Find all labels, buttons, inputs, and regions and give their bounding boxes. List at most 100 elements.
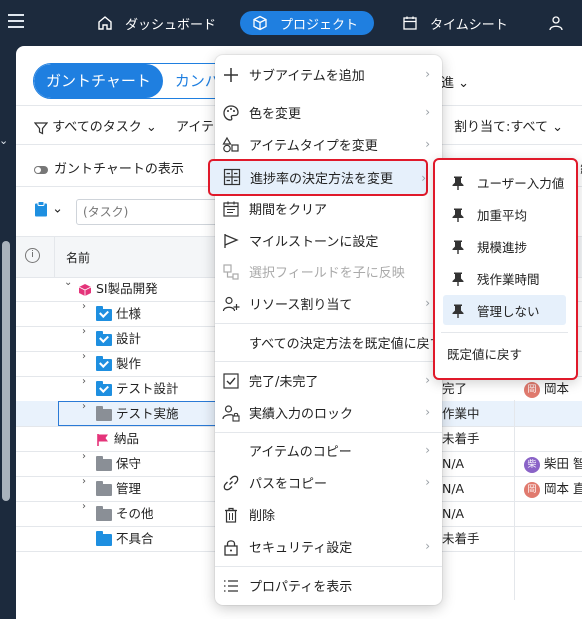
folder-icon [96, 405, 112, 421]
menu-item-toggle-complete[interactable]: 完了/未完了 › [215, 365, 442, 395]
lock-icon [224, 540, 238, 556]
chevron-right-icon[interactable]: › [82, 401, 86, 412]
pin-icon [452, 176, 464, 190]
hamburger-menu-icon[interactable] [8, 14, 24, 28]
menu-item-security-settings[interactable]: セキュリティ設定 › [215, 531, 442, 561]
row-name: 不具合 [96, 526, 154, 551]
nav-project-label: プロジェクト [280, 17, 359, 33]
left-sidebar-strip: ⌄ [0, 46, 16, 619]
item-type-filter[interactable]: アイテ [176, 116, 214, 135]
menu-item-lock-actuals[interactable]: 実績入力のロック › [215, 397, 442, 427]
chevron-right-icon[interactable]: › [82, 451, 86, 462]
calendar-clear-icon [223, 201, 239, 217]
menu-item-resource-assign[interactable]: リソース割り当て › [215, 288, 442, 318]
menu-item-copy-item[interactable]: アイテムのコピー › [215, 435, 442, 465]
chevron-right-icon: › [425, 137, 430, 151]
progress-hint-label[interactable]: 進 ⌄ [441, 72, 469, 91]
chevron-right-icon: › [425, 475, 430, 489]
palette-icon [223, 105, 239, 121]
row-name: SI製品開発 [78, 276, 158, 301]
nav-project[interactable]: プロジェクト [240, 11, 375, 35]
menu-item-copy-path[interactable]: パスをコピー › [215, 467, 442, 497]
avatar: 柴 [524, 456, 540, 473]
chevron-right-icon[interactable]: › [82, 326, 86, 337]
menu-separator [215, 566, 442, 567]
assign-filter[interactable]: 割り当て:すべて ⌄ [454, 116, 563, 135]
reflect-icon [223, 264, 239, 280]
chevron-right-icon: › [425, 539, 430, 553]
trash-icon [225, 507, 237, 523]
submenu-item-remaining-hours[interactable]: 残作業時間 [443, 263, 566, 293]
plus-icon [224, 68, 238, 82]
menu-item-change-item-type[interactable]: アイテムタイプを変更 › [215, 129, 442, 159]
row-name: その他 [96, 501, 154, 526]
all-tasks-filter[interactable]: すべてのタスク ⌄ [33, 116, 157, 135]
cube-icon [253, 15, 267, 31]
nav-dashboard[interactable]: ダッシュボード [97, 11, 216, 35]
row-name: 保守 [96, 451, 141, 476]
chevron-right-icon: › [425, 67, 430, 81]
column-header-name[interactable]: 名前 [66, 249, 90, 266]
tab-gantt[interactable]: ガントチャート [34, 64, 163, 98]
chevron-down-icon[interactable]: ⌄ [0, 134, 8, 147]
menu-item-delete[interactable]: 削除 [215, 499, 442, 529]
row-assignee: 岡岡本 直 [524, 476, 582, 501]
row-status: N/A [442, 481, 465, 496]
chevron-right-icon[interactable]: › [82, 501, 86, 512]
project-cube-icon [78, 283, 92, 296]
row-name: テスト実施 [96, 401, 179, 426]
checkbox-icon [223, 373, 239, 389]
folder-icon [96, 505, 112, 521]
row-name: 納品 [96, 426, 139, 451]
flag-outline-icon [224, 234, 239, 248]
menu-item-show-properties[interactable]: プロパティを表示 [215, 570, 442, 600]
row-status: N/A [442, 506, 465, 521]
clipboard-dropdown[interactable]: ⌄ [34, 201, 63, 217]
menu-item-clear-period[interactable]: 期間をクリア [215, 193, 442, 223]
row-status: N/A [442, 456, 465, 471]
list-icon [224, 580, 238, 592]
row-status: 作業中 [442, 406, 480, 421]
chevron-right-icon: › [425, 373, 430, 387]
context-menu: サブアイテムを追加 › 色を変更 › アイテムタイプを変更 › 進捗率の決定方法… [208, 55, 443, 605]
avatar: 岡 [524, 481, 540, 498]
progress-method-submenu: ユーザー入力値 加重平均 規模進捗 残作業時間 管理しない 既定値に戻す [433, 158, 578, 380]
menu-separator [215, 432, 442, 433]
menu-item-apply-to-children[interactable]: 選択フィールドを子に反映 [215, 256, 442, 286]
chevron-right-icon: › [425, 105, 430, 119]
folder-check-icon [96, 330, 112, 346]
menu-item-add-subitem[interactable]: サブアイテムを追加 › [215, 59, 442, 89]
submenu-item-user-input[interactable]: ユーザー入力値 [443, 167, 566, 197]
shapes-icon [222, 136, 239, 153]
folder-icon [96, 530, 112, 546]
folder-icon [96, 480, 112, 496]
chevron-right-icon[interactable]: › [82, 476, 86, 487]
submenu-item-reset-default[interactable]: 既定値に戻す [443, 338, 566, 368]
submenu-item-weighted-average[interactable]: 加重平均 [443, 199, 566, 229]
chevron-right-icon[interactable]: › [82, 351, 86, 362]
milestone-flag-icon [97, 433, 108, 446]
submenu-item-scale-progress[interactable]: 規模進捗 [443, 231, 566, 261]
menu-item-change-progress-method[interactable]: 進捗率の決定方法を変更 › [208, 159, 428, 196]
chevron-down-icon[interactable]: ⌄ [64, 277, 72, 288]
pin-icon [452, 272, 464, 286]
nav-timesheet[interactable]: タイムシート [402, 11, 508, 35]
filter-icon [33, 121, 49, 134]
person-lock-icon [222, 405, 240, 422]
nav-user[interactable] [548, 11, 576, 35]
submenu-item-not-managed[interactable]: 管理しない [443, 295, 566, 325]
vertical-scrollbar[interactable] [2, 241, 10, 501]
info-icon[interactable]: i [25, 248, 40, 263]
chevron-right-icon: › [421, 170, 426, 185]
chevron-right-icon[interactable]: › [82, 301, 86, 312]
pin-icon [452, 240, 464, 254]
menu-item-reset-all-methods[interactable]: すべての決定方法を既定値に戻す [215, 327, 443, 357]
menu-separator [441, 332, 568, 333]
menu-item-set-milestone[interactable]: マイルストーンに設定 [215, 225, 442, 255]
chevron-right-icon[interactable]: › [82, 376, 86, 387]
folder-check-icon [96, 380, 112, 396]
nav-timesheet-label: タイムシート [430, 17, 508, 33]
gantt-toggle[interactable]: ガントチャートの表示 [34, 158, 184, 177]
menu-item-change-color[interactable]: 色を変更 › [215, 97, 442, 127]
row-name: 設計 [96, 326, 141, 351]
